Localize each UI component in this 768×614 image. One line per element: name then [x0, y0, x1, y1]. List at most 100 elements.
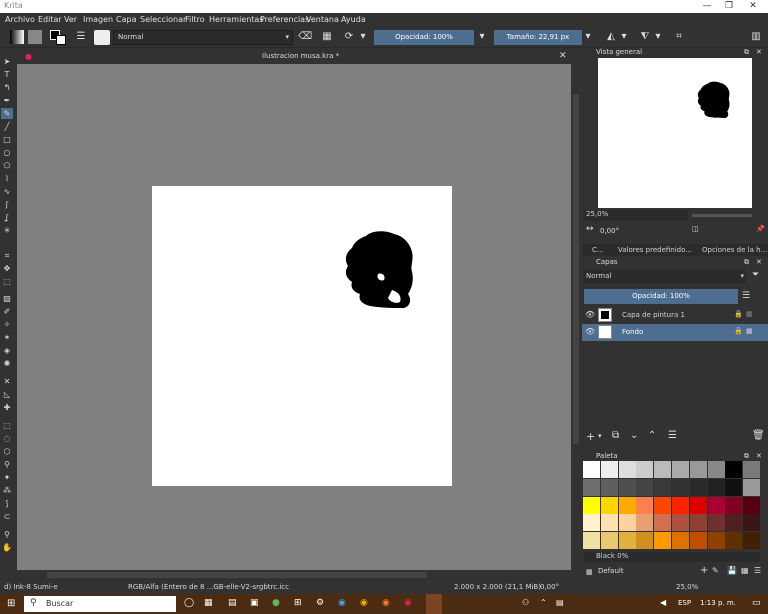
palette-swatch[interactable] [600, 532, 618, 550]
freehand-select-icon[interactable]: ⚲ [1, 459, 13, 470]
krita-taskbar-icon[interactable]: ◉ [404, 598, 412, 608]
palette-grid[interactable] [583, 461, 761, 551]
close-icon[interactable]: ✕ [756, 452, 762, 460]
pattern-swatch[interactable] [28, 30, 42, 44]
menu-ayuda[interactable]: Ayuda [341, 15, 366, 24]
palette-swatch[interactable] [672, 461, 689, 478]
volume-icon[interactable]: ◀ [660, 598, 666, 607]
task-view-icon[interactable]: ◯ [184, 598, 194, 608]
palette-swatch[interactable] [689, 514, 707, 532]
palette-swatch[interactable] [583, 532, 600, 550]
polygon-tool-icon[interactable]: ⬠ [1, 160, 13, 171]
menu-seleccionar[interactable]: Seleccionar [140, 15, 186, 24]
reference-images-icon[interactable]: ✚ [1, 402, 13, 413]
layer-name[interactable]: Fondo [622, 328, 643, 336]
palette-swatch[interactable] [707, 532, 725, 550]
palette-menu-icon[interactable]: ☰ [754, 566, 761, 575]
brush-preset-thumbnail[interactable] [94, 30, 110, 45]
palette-swatch[interactable] [654, 514, 672, 532]
mirror-horizontal-icon[interactable]: ◭ [604, 30, 618, 44]
polyline-tool-icon[interactable]: ⌇ [1, 173, 13, 184]
steam-icon[interactable]: ⚙ [316, 598, 324, 608]
overview-zoom-box[interactable]: 25,0% [584, 210, 688, 221]
rotation-value[interactable]: 0,00° [540, 583, 559, 591]
float-icon[interactable]: ⧉ [744, 48, 749, 57]
assistant-tool-icon[interactable]: ✕ [1, 376, 13, 387]
float-icon[interactable]: ⧉ [744, 452, 749, 461]
select-shapes-icon[interactable]: ➤ [1, 56, 13, 67]
menu-herramientas[interactable]: Herramientas [209, 15, 264, 24]
palette-swatch[interactable] [743, 532, 761, 550]
rotate-icon[interactable]: ↔ [586, 224, 594, 234]
palette-swatch[interactable] [672, 514, 689, 532]
taskbar-search-box[interactable]: ⚲ Buscar [24, 596, 176, 612]
palette-swatch[interactable] [600, 496, 618, 514]
people-icon[interactable]: ⚇ [522, 598, 529, 607]
palette-swatch[interactable] [672, 496, 689, 514]
palette-swatch[interactable] [618, 478, 636, 496]
palette-swatch[interactable] [689, 461, 707, 478]
palette-swatch[interactable] [618, 496, 636, 514]
alpha-icon[interactable]: ▦ [746, 327, 753, 335]
crop-icon[interactable]: ⌗ [1, 250, 13, 261]
palette-swatch[interactable] [636, 532, 654, 550]
line-tool-icon[interactable]: ╱ [1, 121, 13, 132]
bezier-select-icon[interactable]: ⟆ [1, 498, 13, 509]
bezier-tool-icon[interactable]: ∿ [1, 186, 13, 197]
tab-color[interactable]: C... [592, 246, 604, 254]
chevron-down-icon[interactable]: ▾ [359, 30, 367, 44]
palette-swatch[interactable] [689, 496, 707, 514]
firefox-icon[interactable]: ◉ [382, 598, 390, 608]
similar-select-icon[interactable]: ⁂ [1, 485, 13, 496]
palette-swatch[interactable] [600, 478, 618, 496]
palette-swatch[interactable] [654, 496, 672, 514]
palette-swatch[interactable] [636, 514, 654, 532]
rect-select-icon[interactable]: ⬚ [1, 420, 13, 431]
palette-swatch[interactable] [725, 514, 743, 532]
gradient-tool-icon[interactable]: ▨ [1, 293, 13, 304]
multibrush-icon[interactable]: ✳ [1, 225, 13, 236]
chevron-down-icon[interactable]: ▾ [584, 30, 592, 44]
palette-swatch[interactable] [707, 496, 725, 514]
layer-row[interactable]: 👁 Capa de pintura 1 🔒 ▦ [582, 307, 768, 324]
chevron-down-icon[interactable]: ▾ [598, 432, 602, 440]
magnetic-select-icon[interactable]: ⊂ [1, 511, 13, 522]
delete-layer-icon[interactable]: 🗑 [752, 430, 765, 441]
edit-swatch-icon[interactable]: ✎ [712, 566, 719, 575]
palette-swatch[interactable] [618, 532, 636, 550]
network-icon[interactable]: ▤ [556, 598, 564, 607]
fill-tool-icon[interactable]: ◈ [1, 345, 13, 356]
palette-swatch[interactable] [743, 496, 761, 514]
close-icon[interactable]: ✕ [742, 0, 764, 13]
menu-preferencias[interactable]: Preferencias [260, 15, 309, 24]
save-palette-icon[interactable]: 💾 [727, 566, 737, 575]
menu-editar[interactable]: Editar [38, 15, 62, 24]
palette-swatch[interactable] [743, 478, 761, 496]
tray-chevron-icon[interactable]: ⌃ [540, 598, 547, 607]
tab-presets[interactable]: Valores predefinido... [618, 246, 692, 254]
colorize-mask-icon[interactable]: ✶ [1, 332, 13, 343]
opacity-slider[interactable]: Opacidad: 100% [374, 30, 474, 45]
palette-swatch[interactable] [707, 461, 725, 478]
palette-swatch[interactable] [689, 478, 707, 496]
scroll-thumb[interactable] [573, 94, 579, 444]
dynamic-brush-icon[interactable]: ʆ [1, 212, 13, 223]
smart-patch-icon[interactable]: ✧ [1, 319, 13, 330]
reload-icon[interactable]: ⟳ [342, 30, 356, 44]
vertical-scrollbar[interactable] [571, 64, 581, 570]
mirror-icon[interactable]: ◫ [692, 225, 699, 233]
ellipse-select-icon[interactable]: ◌ [1, 433, 13, 444]
palette-swatch[interactable] [725, 478, 743, 496]
palette-swatch[interactable] [600, 514, 618, 532]
workspace-icon[interactable]: ▥ [749, 30, 763, 44]
windows-start-icon[interactable]: ⊞ [7, 598, 15, 609]
palette-swatch[interactable] [583, 478, 600, 496]
overview-thumbnail[interactable] [598, 58, 752, 208]
move-down-icon[interactable]: ⌄ [630, 430, 638, 441]
color-picker-icon[interactable]: ✐ [1, 306, 13, 317]
rectangle-tool-icon[interactable]: □ [1, 134, 13, 145]
text-tool-icon[interactable]: T [1, 69, 13, 80]
horizontal-scrollbar[interactable] [17, 570, 571, 580]
pan-tool-icon[interactable]: ✋ [1, 542, 13, 553]
size-slider[interactable]: Tamaño: 22,91 px [494, 30, 582, 45]
